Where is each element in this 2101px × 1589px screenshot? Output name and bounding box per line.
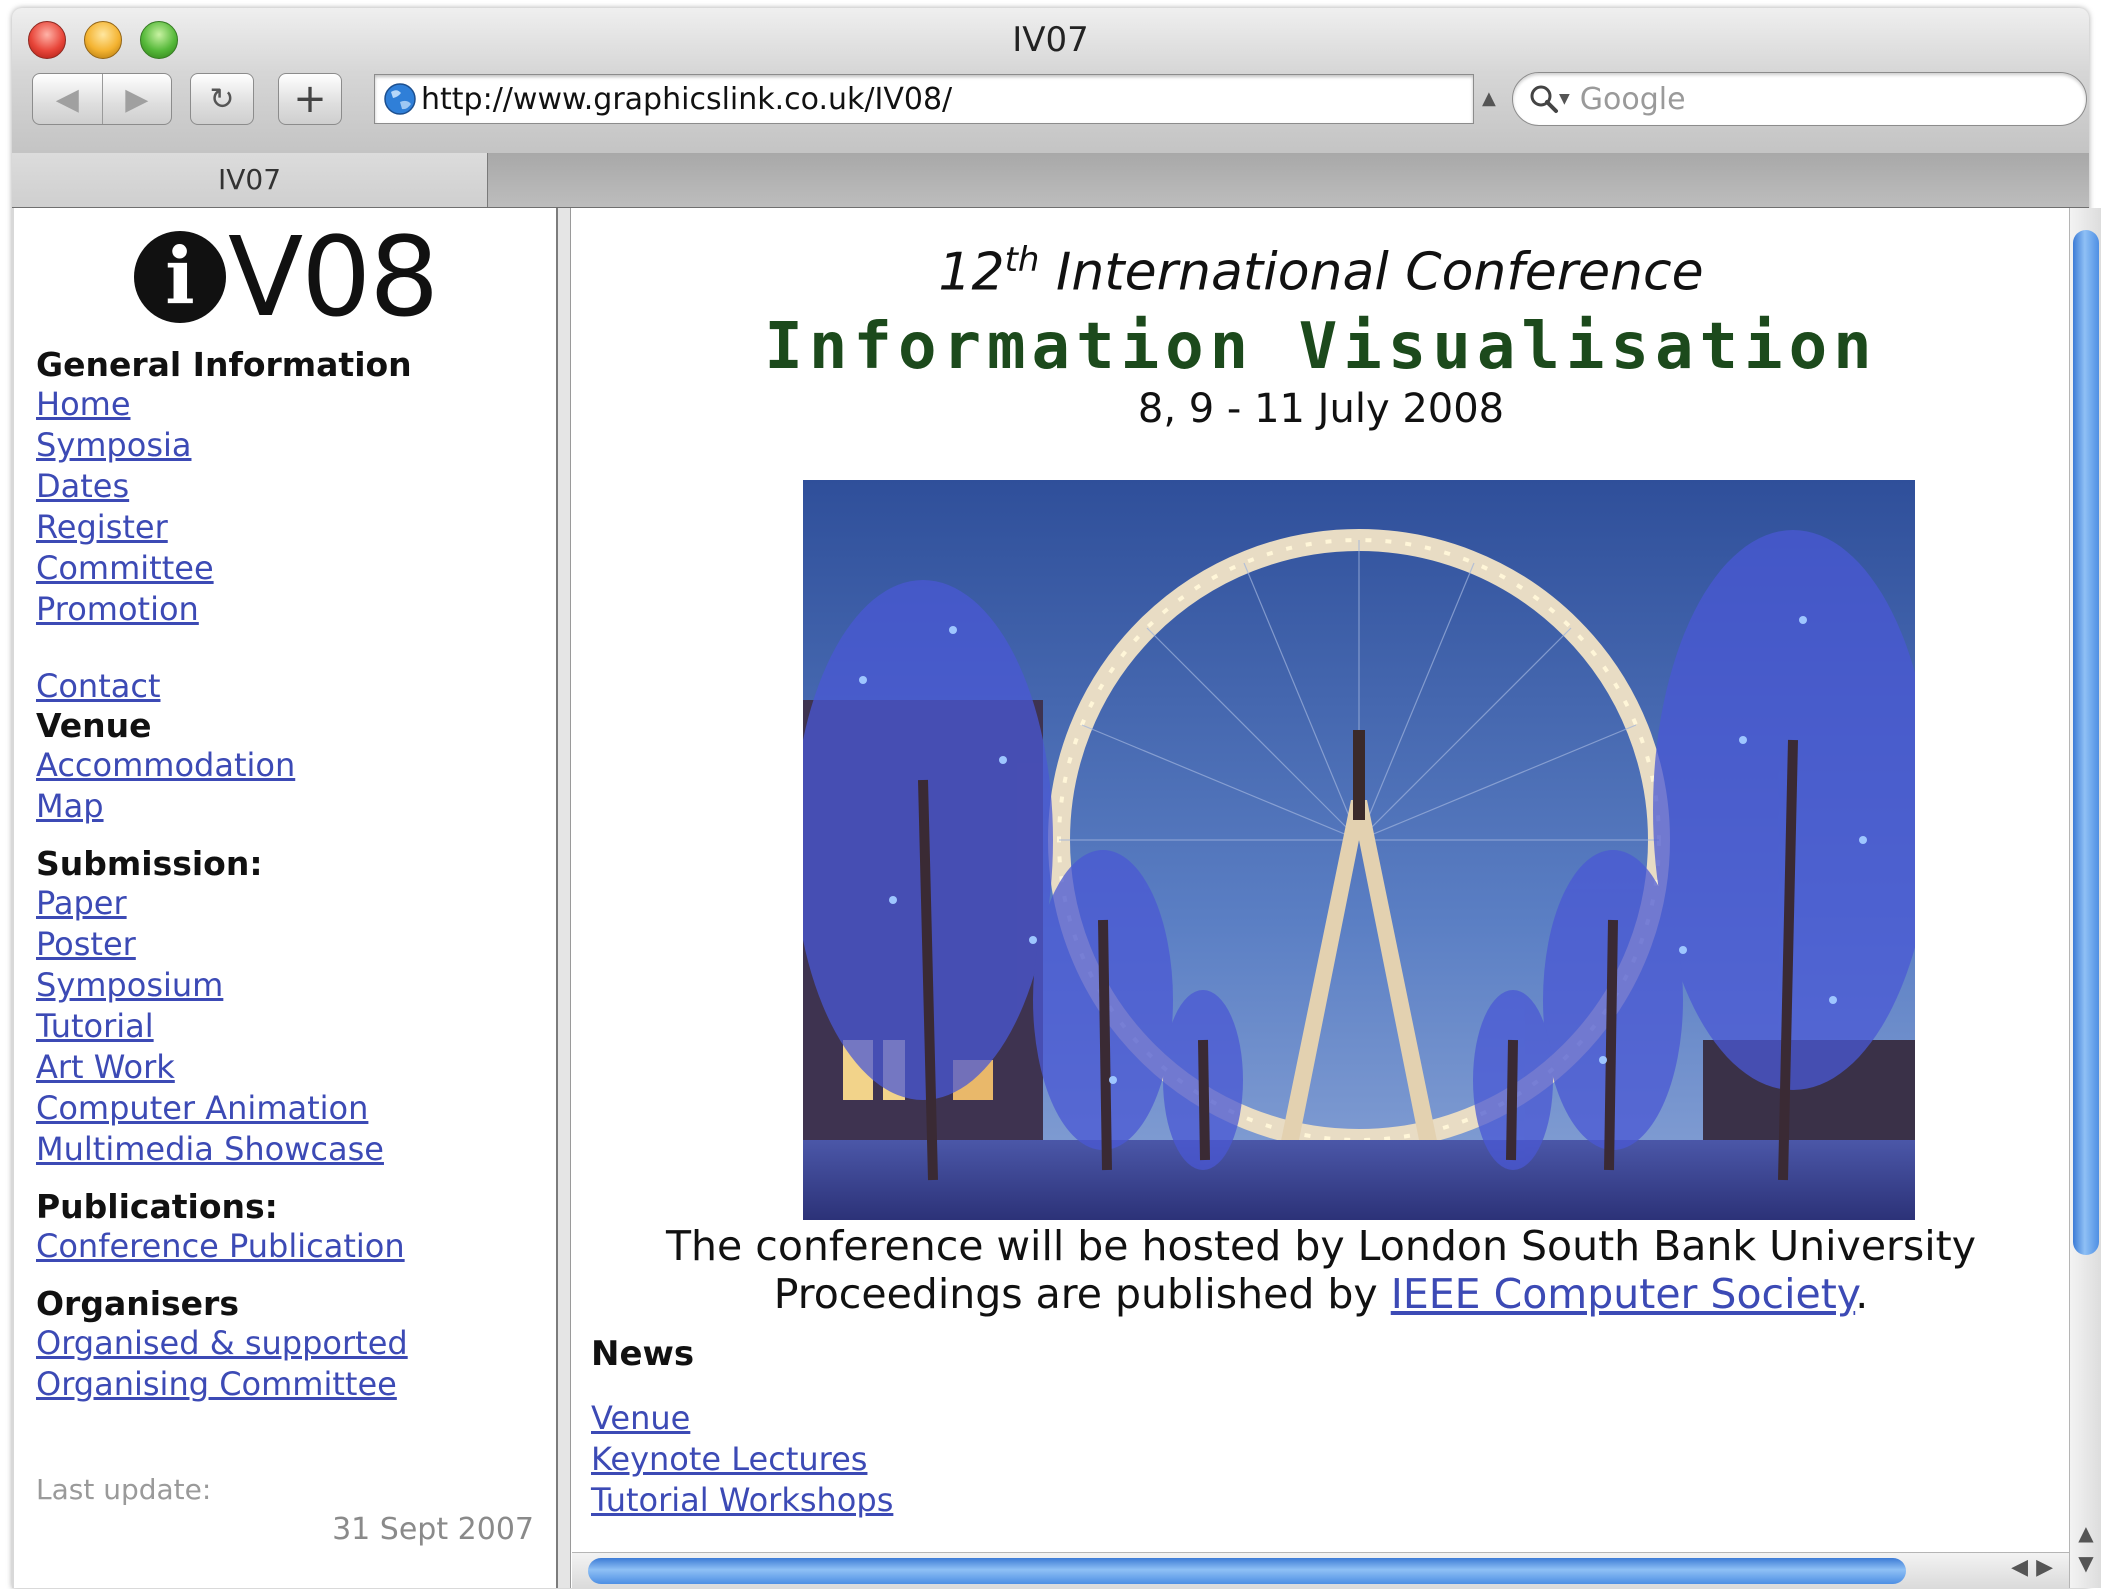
host-info: The conference will be hosted by London …: [571, 1222, 2071, 1318]
frame-divider[interactable]: [558, 208, 571, 1588]
nav-link-organised-supported[interactable]: Organised & supported: [36, 1323, 536, 1364]
nav-link-computer-animation[interactable]: Computer Animation: [36, 1088, 536, 1129]
nav-link-map[interactable]: Map: [36, 786, 536, 827]
conference-ordinal: 12: [938, 242, 1005, 303]
back-arrow-icon: ◀: [55, 81, 79, 117]
nav-link-home[interactable]: Home: [36, 384, 536, 425]
proceedings-suffix: .: [1855, 1270, 1869, 1318]
conference-dates: 8, 9 - 11 July 2008: [1137, 386, 1505, 432]
search-field[interactable]: ▼ Google: [1512, 72, 2087, 126]
nav-link-paper[interactable]: Paper: [36, 883, 536, 924]
nav-link-art-work[interactable]: Art Work: [36, 1047, 536, 1088]
main-frame: 12th International Conference Informatio…: [571, 208, 2069, 1588]
horizontal-scroll-arrows[interactable]: ◀▶: [2011, 1555, 2061, 1580]
news-links: Venue Keynote Lectures Tutorial Workshop…: [591, 1398, 893, 1521]
window-title: IV07: [1012, 20, 1089, 60]
tab-iv07[interactable]: IV07: [12, 153, 488, 207]
publications-heading: Publications:: [36, 1187, 278, 1226]
add-bookmark-button[interactable]: +: [278, 73, 342, 125]
url-history-caret-icon[interactable]: ▲: [1482, 88, 1496, 109]
news-link-tutorial-workshops[interactable]: Tutorial Workshops: [591, 1480, 893, 1521]
nav-link-tutorial[interactable]: Tutorial: [36, 1006, 536, 1047]
ordinal-suffix: th: [1004, 240, 1040, 280]
proceedings-text: Proceedings are published by IEEE Comput…: [571, 1270, 2071, 1318]
horizontal-scroll-thumb[interactable]: [588, 1558, 1906, 1584]
address-bar[interactable]: http://www.graphicslink.co.uk/IV08/: [374, 74, 1474, 124]
news-link-venue[interactable]: Venue: [591, 1398, 893, 1439]
ieee-computer-society-link[interactable]: IEEE Computer Society: [1391, 1270, 1855, 1318]
vertical-scroll-arrows[interactable]: ▲ ▼: [2070, 1518, 2101, 1588]
sidebar-frame: i V08 General Information Home Symposia …: [14, 208, 558, 1588]
last-update-label: Last update:: [36, 1473, 212, 1506]
nav-link-multimedia-showcase[interactable]: Multimedia Showcase: [36, 1129, 536, 1170]
reload-icon: ↻: [209, 81, 235, 117]
nav-link-contact[interactable]: Contact: [36, 666, 536, 707]
back-forward-buttons: ◀ ▶: [32, 73, 172, 125]
nav-link-dates[interactable]: Dates: [36, 466, 536, 507]
reload-button[interactable]: ↻: [190, 73, 254, 125]
back-button[interactable]: ◀: [33, 74, 103, 124]
globe-icon: [384, 83, 416, 115]
conference-name: Information Visualisation: [764, 310, 1878, 384]
conference-type: International Conference: [1055, 242, 1704, 303]
iv08-logo: i V08: [134, 213, 439, 341]
tab-strip: IV07: [12, 153, 2089, 208]
info-icon: i: [134, 231, 226, 323]
logo-text: V08: [228, 213, 439, 341]
forward-button[interactable]: ▶: [103, 74, 172, 124]
plus-icon: +: [293, 76, 327, 122]
title-bar: IV07 ◀ ▶ ↻ + http://www.graphicslink.co.…: [12, 8, 2089, 154]
organisers-heading: Organisers: [36, 1284, 239, 1323]
host-text: The conference will be hosted by London …: [666, 1222, 1976, 1270]
nav-link-poster[interactable]: Poster: [36, 924, 536, 965]
nav-link-committee[interactable]: Committee: [36, 548, 536, 589]
news-link-keynote-lectures[interactable]: Keynote Lectures: [591, 1439, 893, 1480]
general-information-heading: General Information: [36, 345, 412, 384]
vertical-scroll-thumb[interactable]: [2073, 230, 2099, 1255]
nav-link-symposium[interactable]: Symposium: [36, 965, 536, 1006]
nav-link-promotion[interactable]: Promotion: [36, 589, 536, 630]
forward-arrow-icon: ▶: [125, 81, 149, 117]
search-placeholder: Google: [1579, 81, 1686, 117]
nav-link-conference-publication[interactable]: Conference Publication: [36, 1226, 536, 1267]
vertical-scrollbar[interactable]: ▲ ▼: [2069, 208, 2101, 1588]
news-heading: News: [591, 1334, 695, 1374]
nav-link-accommodation[interactable]: Accommodation: [36, 745, 536, 786]
proceedings-prefix: Proceedings are published by: [773, 1270, 1391, 1318]
submission-heading: Submission:: [36, 844, 263, 883]
nav-link-register[interactable]: Register: [36, 507, 536, 548]
london-eye-illustration: [803, 480, 1915, 1220]
search-icon: [1530, 85, 1558, 113]
last-update-date: 31 Sept 2007: [332, 1512, 534, 1547]
horizontal-scrollbar[interactable]: ◀▶: [572, 1552, 2069, 1589]
sidebar-nav: General Information Home Symposia Dates …: [36, 346, 536, 1405]
conference-subtitle: 12th International Conference: [571, 240, 2071, 302]
nav-link-symposia[interactable]: Symposia: [36, 425, 536, 466]
search-menu-chevron-icon: ▼: [1559, 91, 1570, 107]
venue-heading: Venue: [36, 706, 152, 745]
url-text: http://www.graphicslink.co.uk/IV08/: [421, 81, 953, 117]
nav-link-organising-committee[interactable]: Organising Committee: [36, 1364, 536, 1405]
london-eye-photo: [803, 480, 1915, 1220]
